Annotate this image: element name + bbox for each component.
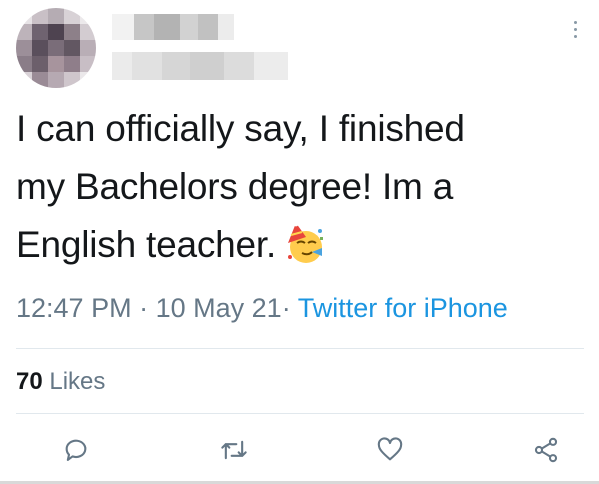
- like-button[interactable]: [372, 432, 408, 468]
- more-options-icon[interactable]: [565, 12, 585, 46]
- tweet-text-line: I can officially say, I finished: [16, 108, 465, 149]
- divider: [16, 348, 584, 349]
- action-bar: [0, 422, 599, 474]
- tweet-metadata: 12:47 PM · 10 May 21· Twitter for iPhone: [16, 293, 508, 324]
- tweet-text: I can officially say, I finished my Bach…: [16, 100, 576, 274]
- tweet-date[interactable]: 10 May 21: [156, 293, 282, 323]
- share-button[interactable]: [528, 432, 564, 468]
- tweet-text-line: English teacher.: [16, 216, 576, 274]
- tweet-text-line: my Bachelors degree! Im a: [16, 166, 454, 207]
- avatar[interactable]: [16, 8, 96, 88]
- reply-button[interactable]: [58, 432, 94, 468]
- share-icon: [534, 437, 558, 463]
- meta-separator: ·: [281, 293, 291, 323]
- likes-count: 70: [16, 368, 43, 395]
- reply-icon: [65, 439, 87, 461]
- partying-face-icon: [282, 221, 326, 265]
- meta-separator: ·: [139, 293, 149, 323]
- tweet-source-link[interactable]: Twitter for iPhone: [298, 293, 508, 323]
- username-blurred[interactable]: [112, 52, 288, 80]
- divider: [16, 413, 584, 414]
- likes-link[interactable]: 70 Likes: [16, 368, 105, 396]
- display-name-blurred[interactable]: [112, 14, 234, 40]
- retweet-icon: [221, 440, 247, 460]
- tweet-card: I can officially say, I finished my Bach…: [0, 0, 599, 484]
- like-icon: [377, 437, 403, 461]
- likes-label: Likes: [49, 368, 106, 395]
- tweet-time[interactable]: 12:47 PM: [16, 293, 132, 323]
- retweet-button[interactable]: [216, 432, 252, 468]
